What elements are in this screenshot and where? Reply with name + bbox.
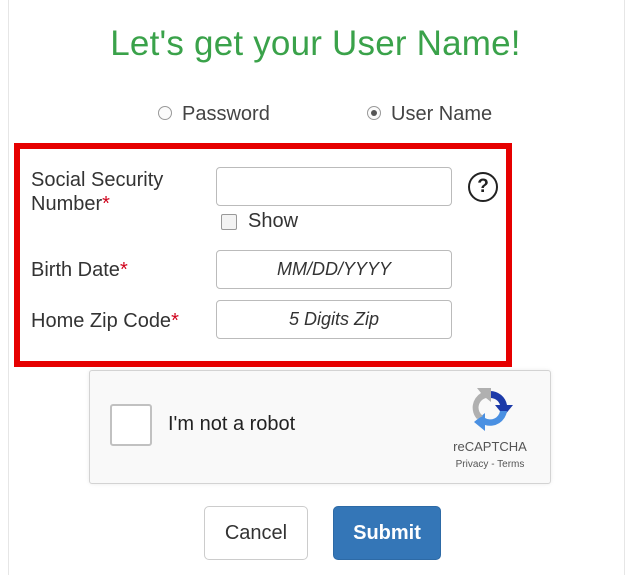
password-radio[interactable] bbox=[158, 105, 172, 120]
ssn-label-line1: Social Security bbox=[31, 169, 164, 191]
cancel-button[interactable]: Cancel bbox=[204, 506, 308, 560]
username-option[interactable]: User Name bbox=[367, 103, 492, 126]
zip-code-input[interactable] bbox=[216, 300, 452, 339]
birth-date-label-text: Birth Date bbox=[31, 259, 120, 281]
ssn-label-line2: Number bbox=[31, 193, 103, 215]
password-option[interactable]: Password bbox=[158, 103, 270, 126]
recaptcha-label: I'm not a robot bbox=[168, 413, 296, 435]
ssn-input[interactable] bbox=[216, 167, 452, 206]
birth-date-label: Birth Date* bbox=[31, 258, 128, 282]
recaptcha-brand: reCAPTCHA bbox=[453, 439, 527, 454]
username-radio[interactable] bbox=[367, 105, 381, 120]
username-option-label: User Name bbox=[391, 103, 493, 125]
page-title: Let's get your User Name! bbox=[110, 24, 521, 63]
zip-code-label-text: Home Zip Code bbox=[31, 310, 172, 332]
required-marker: * bbox=[171, 310, 179, 332]
submit-button[interactable]: Submit bbox=[333, 506, 441, 560]
ssn-label: Social Security Number* bbox=[31, 168, 163, 216]
recaptcha-privacy-terms-link[interactable]: Privacy - Terms bbox=[440, 459, 540, 470]
recaptcha-checkbox[interactable] bbox=[110, 404, 152, 446]
required-marker: * bbox=[119, 259, 128, 281]
help-icon[interactable]: ? bbox=[468, 172, 498, 202]
password-option-label: Password bbox=[182, 103, 270, 125]
show-ssn-checkbox[interactable] bbox=[221, 214, 237, 230]
zip-code-label: Home Zip Code* bbox=[31, 309, 179, 333]
birth-date-input[interactable] bbox=[216, 250, 452, 289]
recaptcha-logo-icon bbox=[472, 388, 513, 431]
recaptcha-widget: I'm not a robot reCAPTCHA Privacy - Term… bbox=[89, 370, 551, 484]
show-ssn-label: Show bbox=[248, 210, 299, 232]
required-marker: * bbox=[102, 193, 110, 215]
